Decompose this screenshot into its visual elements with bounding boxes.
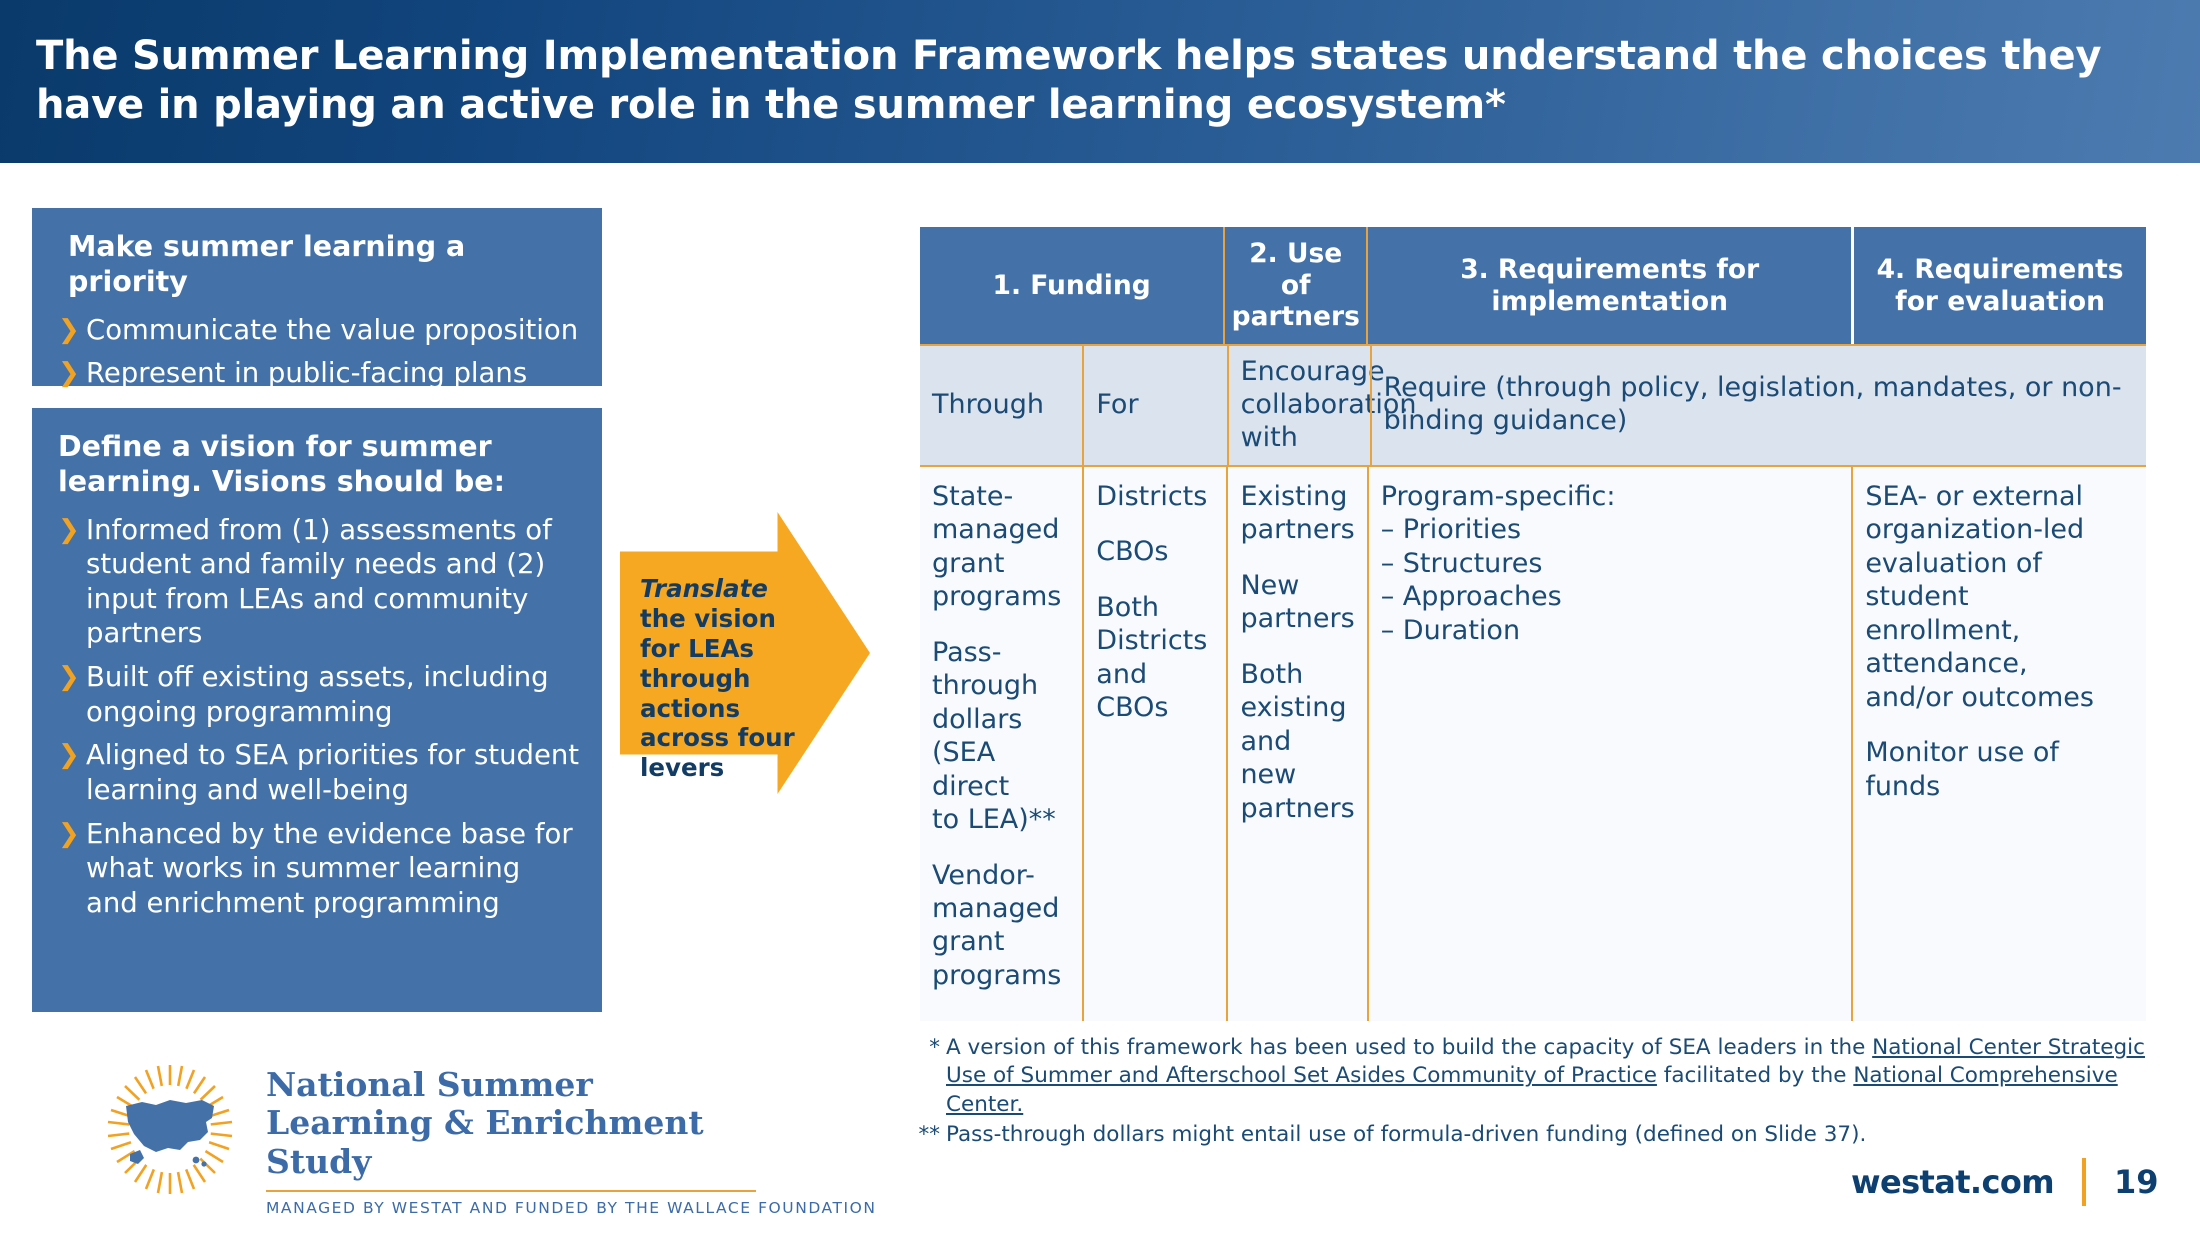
chevron-right-icon: ❯: [58, 662, 80, 693]
cell-funding-through: State- managed grant programs Pass- thro…: [920, 467, 1082, 1021]
panel-define-vision: Define a vision for summer learning. Vis…: [32, 408, 602, 1012]
chevron-right-icon: ❯: [58, 740, 80, 771]
footer-divider: [2082, 1158, 2086, 1206]
arrow-emphasis: Translate: [640, 574, 768, 603]
table-header-row: 1. Funding 2. Use of partners 3. Require…: [920, 227, 2146, 344]
cell-text: Both existing and new partners: [1240, 658, 1355, 824]
footnotes: * A version of this framework has been u…: [912, 1034, 2152, 1150]
cell-text: Vendor- managed grant programs: [932, 859, 1062, 991]
logo-line-2: Learning & Enrichment Study: [266, 1103, 704, 1181]
cell-text: New partners: [1240, 569, 1355, 635]
page-number: 19: [2114, 1163, 2159, 1201]
table-header-implementation: 3. Requirements for implementation: [1366, 227, 1851, 344]
cell-text: Monitor use of funds: [1865, 737, 2059, 802]
logo-tagline: MANAGED BY WESTAT AND FUNDED BY THE WALL…: [266, 1198, 877, 1217]
chevron-right-icon: ❯: [58, 514, 80, 545]
cell-partners: Existing partners New partners Both exis…: [1226, 466, 1366, 1021]
panel-2-list: ❯ Informed from (1) assessments of stude…: [32, 502, 602, 921]
footnote-one: * A version of this framework has been u…: [912, 1034, 2152, 1119]
list-item: ❯ Enhanced by the evidence base for what…: [56, 817, 580, 921]
cell-funding-through-label: Through: [932, 388, 1044, 420]
list-item-label: Communicate the value proposition: [86, 313, 579, 346]
sunburst-map-logo-icon: [107, 1065, 233, 1194]
footnote-two-body: Pass-through dollars might entail use of…: [946, 1122, 1867, 1148]
list-item: ❯ Built off existing assets, including o…: [56, 660, 580, 729]
cell-funding-for-label: For: [1082, 346, 1226, 465]
cell-requirements-label: Require (through policy, legislation, ma…: [1369, 346, 2146, 465]
panel-1-list: ❯ Communicate the value proposition ❯ Re…: [32, 302, 602, 391]
list-item: ❯ Represent in public-facing plans: [56, 356, 580, 391]
cell-text: SEA- or external organization-led evalua…: [1865, 480, 2094, 713]
footnote-one-body: A version of this framework has been use…: [946, 1034, 2152, 1119]
cell-text: Both Districts and CBOs: [1096, 591, 1208, 724]
cell-partners-label: Encourage collaboration with: [1226, 346, 1417, 465]
chevron-right-icon: ❯: [58, 818, 80, 849]
list-item-label: Enhanced by the evidence base for what w…: [86, 817, 573, 919]
arrow-label: Translate the vision for LEAs through ac…: [640, 574, 800, 783]
cell-text: Pass- through dollars (SEA direct to LEA…: [932, 636, 1056, 836]
table-body-row: State- managed grant programs Pass- thro…: [920, 464, 2146, 1021]
panel-2-heading: Define a vision for summer learning. Vis…: [58, 430, 506, 498]
cell-funding-for: Districts CBOs Both Districts and CBOs: [1082, 466, 1226, 1021]
footnote-one-text-b: facilitated by the: [1656, 1063, 1854, 1089]
footer: westat.com 19: [1851, 1158, 2159, 1206]
study-logo: National Summer Learning & Enrichment St…: [96, 1062, 875, 1217]
panel-1-heading: Make summer learning a priority: [68, 230, 466, 298]
list-item-label: Built off existing assets, including ong…: [86, 661, 549, 728]
cell-text: Existing partners: [1240, 480, 1355, 546]
logo-divider: [266, 1189, 756, 1192]
list-item-label: Informed from (1) assessments of student…: [86, 513, 552, 650]
list-item-label: Represent in public-facing plans: [86, 357, 528, 390]
panel-make-priority: Make summer learning a priority ❯ Commun…: [32, 208, 602, 389]
footnote-one-text-a: A version of this framework has been use…: [946, 1035, 1873, 1060]
cell-text: CBOs: [1096, 536, 1169, 568]
cell-text: Districts: [1096, 480, 1208, 512]
translate-arrow: Translate the vision for LEAs through ac…: [620, 512, 870, 794]
list-item: ❯ Communicate the value proposition: [56, 313, 580, 348]
title-banner: The Summer Learning Implementation Frame…: [0, 0, 2200, 163]
arrow-rest: the vision for LEAs through actions acro…: [640, 603, 795, 783]
cell-evaluation: SEA- or external organization-led evalua…: [1851, 466, 2146, 1021]
logo-line-1: National Summer: [266, 1065, 593, 1104]
slide-root: The Summer Learning Implementation Frame…: [0, 0, 2200, 1238]
cell-text: State- managed grant programs: [932, 480, 1062, 613]
chevron-right-icon: ❯: [58, 314, 80, 345]
cell-implementation: Program-specific: – Priorities – Structu…: [1366, 466, 1852, 1021]
list-item-label: Aligned to SEA priorities for student le…: [86, 739, 580, 807]
logo-text: National Summer Learning & Enrichment St…: [266, 1065, 877, 1217]
framework-table: 1. Funding 2. Use of partners 3. Require…: [920, 227, 2146, 1021]
page-title: The Summer Learning Implementation Frame…: [36, 33, 2102, 128]
westat-url[interactable]: westat.com: [1851, 1163, 2055, 1201]
cell-text: Program-specific: – Priorities – Structu…: [1380, 480, 1616, 646]
footnote-two-marker: **: [918, 1122, 941, 1148]
chevron-right-icon: ❯: [58, 358, 80, 389]
footnote-one-marker: *: [929, 1035, 940, 1060]
list-item: ❯ Informed from (1) assessments of stude…: [56, 513, 580, 652]
table-header-evaluation: 4. Requirements for evaluation: [1851, 227, 2146, 344]
table-header-partners: 2. Use of partners: [1223, 227, 1366, 344]
table-subheader-row: Through For Encourage collaboration with…: [920, 344, 2146, 465]
table-header-funding: 1. Funding: [992, 269, 1151, 301]
list-item: ❯ Aligned to SEA priorities for student …: [56, 738, 580, 807]
footnote-two: ** Pass-through dollars might entail use…: [912, 1121, 2152, 1149]
